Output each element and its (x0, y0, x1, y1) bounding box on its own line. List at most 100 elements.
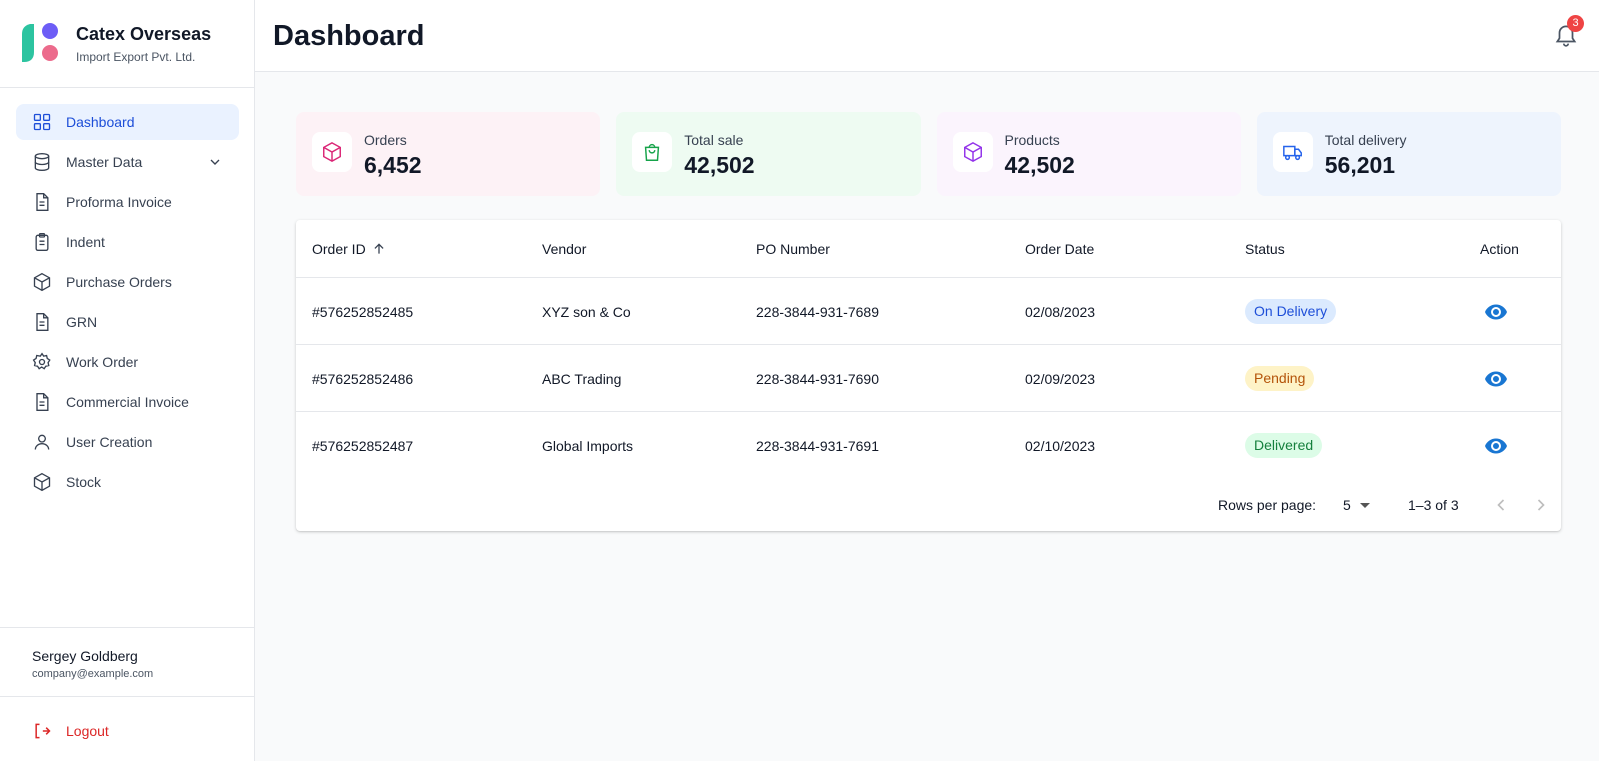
column-header-order-id[interactable]: Order ID (312, 241, 386, 257)
company-name: Catex Overseas (76, 24, 212, 44)
rows-per-page-value: 5 (1343, 497, 1351, 513)
order-date-cell: 02/09/2023 (1025, 371, 1096, 387)
page-title: Dashboard (273, 20, 425, 52)
sidebar-item-work-order[interactable]: Work Order (16, 344, 239, 380)
order-id-cell: #576252852487 (312, 438, 414, 454)
sidebar-item-proforma-invoice[interactable]: Proforma Invoice (16, 184, 239, 220)
stat-card-products: Products 42,502 (936, 112, 1241, 196)
po-number-cell: 228-3844-931-7689 (756, 304, 879, 320)
column-header-vendor[interactable]: Vendor (542, 241, 586, 257)
eye-icon[interactable] (1484, 434, 1508, 458)
sidebar-item-label: Indent (66, 234, 105, 250)
rows-per-page-select[interactable]: 5 (1343, 497, 1370, 513)
stats-cards: Orders 6,452 Total sale 42,502 Products … (296, 112, 1561, 196)
database-icon (32, 152, 52, 172)
logout-button[interactable]: Logout (32, 721, 109, 741)
sidebar-item-label: Proforma Invoice (66, 194, 172, 210)
order-id-cell: #576252852486 (312, 371, 414, 387)
sidebar-item-commercial-invoice[interactable]: Commercial Invoice (16, 384, 239, 420)
column-label: Order ID (312, 241, 366, 257)
stat-label: Products (1004, 132, 1060, 148)
sort-arrow-up-icon[interactable] (372, 242, 386, 256)
sidebar-item-master-data[interactable]: Master Data (16, 144, 239, 180)
status-badge: On Delivery (1245, 299, 1337, 324)
document-icon (32, 392, 52, 412)
box-icon (32, 272, 52, 292)
notification-badge: 3 (1567, 15, 1584, 32)
company-logo (22, 23, 58, 62)
stat-label: Total delivery (1324, 132, 1407, 148)
order-date-cell: 02/10/2023 (1025, 438, 1096, 454)
user-icon (32, 432, 52, 452)
eye-icon[interactable] (1484, 367, 1508, 391)
sidebar-item-grn[interactable]: GRN (16, 304, 239, 340)
sidebar-item-label: Dashboard (66, 114, 135, 130)
stat-value: 42,502 (1004, 152, 1075, 178)
table-row: #576252852485 XYZ son & Co 228-3844-931-… (296, 278, 1561, 345)
column-header-status[interactable]: Status (1245, 241, 1285, 257)
stat-value: 56,201 (1324, 152, 1396, 178)
logout-label: Logout (66, 723, 109, 739)
table-pagination: Rows per page: 5 1–3 of 3 (296, 483, 1561, 527)
gear-icon (32, 352, 52, 372)
clipboard-icon (32, 232, 52, 252)
rows-per-page-label: Rows per page: (1218, 497, 1317, 513)
stat-value: 42,502 (684, 152, 755, 178)
grid-icon (32, 112, 52, 132)
po-number-cell: 228-3844-931-7691 (756, 438, 879, 454)
sidebar-item-label: User Creation (66, 434, 153, 450)
vendor-cell: Global Imports (542, 438, 634, 454)
table-row: #576252852486 ABC Trading 228-3844-931-7… (296, 345, 1561, 412)
pagination-range: 1–3 of 3 (1408, 497, 1459, 513)
chevron-down-icon[interactable] (207, 154, 223, 170)
user-name: Sergey Goldberg (32, 648, 138, 664)
sidebar-item-indent[interactable]: Indent (16, 224, 239, 260)
top-header: Dashboard 3 (255, 0, 1599, 72)
sidebar-nav: Dashboard Master Data Proforma Invoice I… (16, 104, 239, 504)
stat-label: Total sale (684, 132, 744, 148)
sidebar-item-user-creation[interactable]: User Creation (16, 424, 239, 460)
order-date-cell: 02/08/2023 (1025, 304, 1096, 320)
orders-table: Order ID Vendor PO Number Order Date Sta… (296, 220, 1561, 531)
order-id-cell: #576252852485 (312, 304, 414, 320)
vendor-cell: XYZ son & Co (542, 304, 631, 320)
vendor-cell: ABC Trading (542, 371, 622, 387)
chevron-right-icon[interactable] (1531, 495, 1551, 515)
chevron-left-icon[interactable] (1491, 495, 1511, 515)
stat-card-total-sale: Total sale 42,502 (616, 112, 921, 196)
user-profile: Sergey Goldberg company@example.com (0, 627, 254, 697)
status-badge: Pending (1245, 366, 1315, 391)
sidebar-item-label: Master Data (66, 154, 143, 170)
stat-value: 6,452 (364, 152, 422, 178)
sidebar: Catex Overseas Import Export Pvt. Ltd. D… (0, 0, 255, 761)
table-header: Order ID Vendor PO Number Order Date Sta… (296, 220, 1561, 278)
sidebar-item-label: Work Order (66, 354, 139, 370)
document-icon (32, 312, 52, 332)
column-header-po-number[interactable]: PO Number (756, 241, 830, 257)
sidebar-item-label: Commercial Invoice (66, 394, 189, 410)
user-email: company@example.com (32, 668, 154, 680)
sidebar-item-label: Stock (66, 474, 102, 490)
sidebar-item-stock[interactable]: Stock (16, 464, 239, 500)
sidebar-item-label: GRN (66, 314, 98, 330)
po-number-cell: 228-3844-931-7690 (756, 371, 879, 387)
shopping-bag-icon (632, 132, 673, 172)
sidebar-item-label: Purchase Orders (66, 274, 172, 290)
company-subtitle: Import Export Pvt. Ltd. (76, 50, 196, 64)
column-header-action: Action (1480, 241, 1519, 257)
document-icon (32, 192, 52, 212)
stat-card-total-delivery: Total delivery 56,201 (1256, 112, 1561, 196)
brand-header: Catex Overseas Import Export Pvt. Ltd. (0, 0, 254, 88)
stat-label: Orders (364, 132, 407, 148)
eye-icon[interactable] (1484, 300, 1508, 324)
stat-card-orders: Orders 6,452 (296, 112, 601, 196)
sidebar-item-purchase-orders[interactable]: Purchase Orders (16, 264, 239, 300)
table-row: #576252852487 Global Imports 228-3844-93… (296, 412, 1561, 479)
status-badge: Delivered (1245, 433, 1323, 458)
truck-icon (1272, 132, 1313, 172)
box-icon (312, 132, 352, 172)
sidebar-item-dashboard[interactable]: Dashboard (16, 104, 239, 140)
column-header-order-date[interactable]: Order Date (1025, 241, 1094, 257)
logout-icon (35, 723, 51, 739)
box-icon (952, 132, 993, 172)
